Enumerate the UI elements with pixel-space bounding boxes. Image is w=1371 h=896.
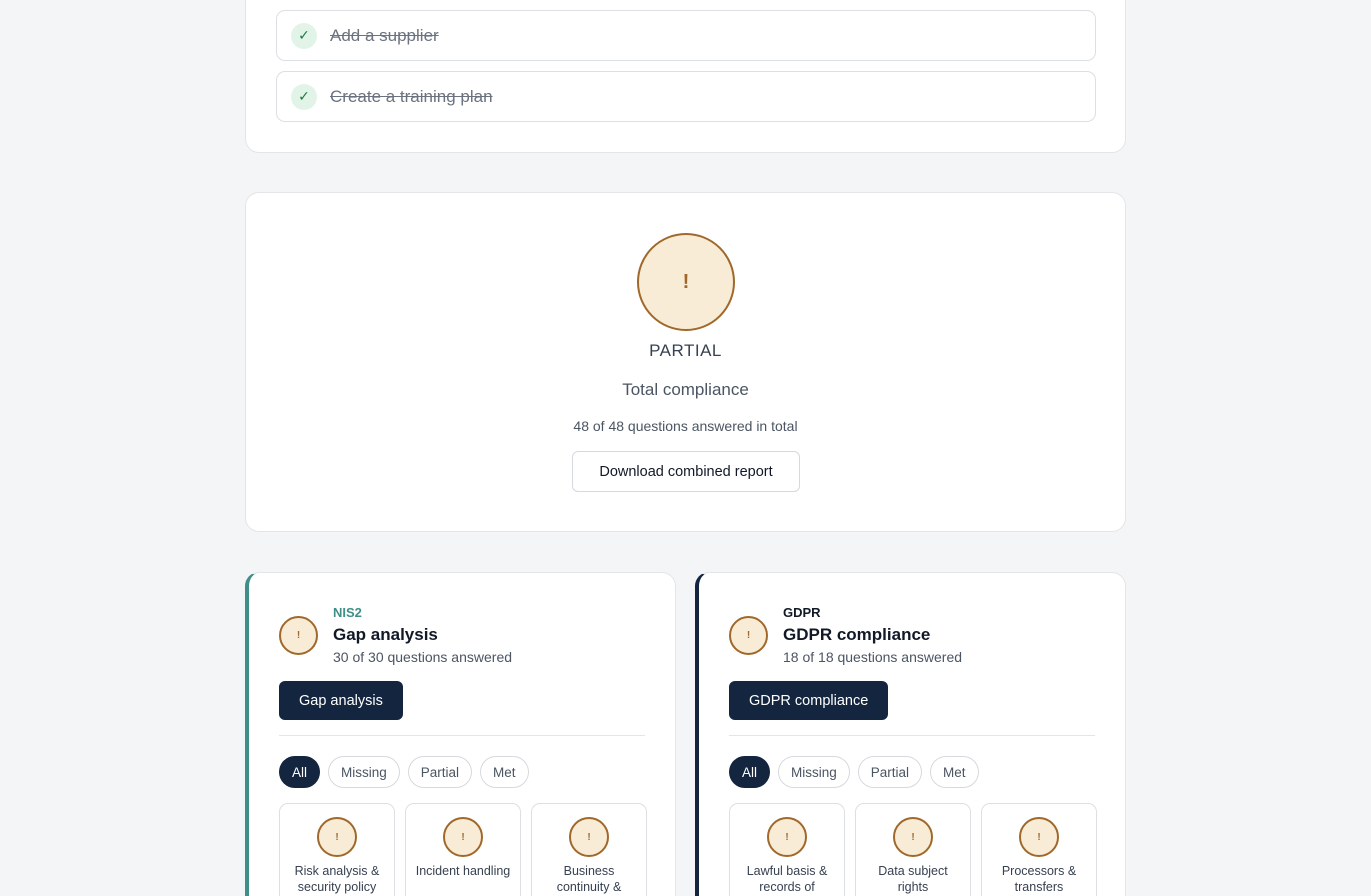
framework-questions-answered: 18 of 18 questions answered <box>783 649 963 665</box>
open-gap-analysis-button[interactable]: Gap analysis <box>279 681 403 720</box>
framework-tag: NIS2 <box>333 605 362 620</box>
partial-status-icon: ! <box>569 817 609 857</box>
partial-status-icon: ! <box>443 817 483 857</box>
category-label: Business continuity & <box>556 864 622 894</box>
category-tile[interactable]: ! Data subject rights <box>855 803 971 896</box>
partial-status-icon: ! <box>893 817 933 857</box>
category-label: Lawful basis & records of <box>746 864 828 894</box>
category-label: Incident handling <box>415 864 511 878</box>
total-compliance-card: ! PARTIAL Total compliance 48 of 48 ques… <box>245 192 1126 532</box>
framework-title: Gap analysis <box>333 625 438 644</box>
checkmark-icon: ✓ <box>291 22 317 49</box>
filter-partial[interactable]: Partial <box>407 756 473 788</box>
partial-status-icon: ! <box>729 616 768 655</box>
framework-questions-answered: 30 of 30 questions answered <box>333 649 513 665</box>
framework-card-nis2: ! NIS2 Gap analysis 30 of 30 questions a… <box>245 572 676 896</box>
category-tile[interactable]: ! Processors & transfers <box>981 803 1097 896</box>
category-tile[interactable]: ! Business continuity & <box>531 803 647 896</box>
compliance-status-label: PARTIAL <box>649 341 722 360</box>
checklist-item-label: Create a training plan <box>330 86 493 106</box>
category-tiles: ! Risk analysis & security policy ! Inci… <box>279 803 647 896</box>
partial-status-icon: ! <box>279 616 318 655</box>
filter-partial[interactable]: Partial <box>857 756 923 788</box>
checklist-item-add-supplier[interactable]: ✓ Add a supplier <box>276 10 1096 61</box>
category-label: Processors & transfers <box>1001 864 1077 894</box>
category-label: Risk analysis & security policy <box>294 864 380 894</box>
filter-all[interactable]: All <box>729 756 771 788</box>
filter-missing[interactable]: Missing <box>328 756 400 788</box>
onboarding-checklist: ✓ Add a supplier ✓ Create a training pla… <box>245 0 1126 153</box>
filter-missing[interactable]: Missing <box>778 756 850 788</box>
status-filter-group: All Missing Partial Met <box>729 756 979 788</box>
framework-tag: GDPR <box>783 605 821 620</box>
category-label: Data subject rights <box>878 864 948 894</box>
category-tiles: ! Lawful basis & records of ! Data subje… <box>729 803 1097 896</box>
total-compliance-title: Total compliance <box>622 380 749 399</box>
divider <box>729 735 1095 736</box>
partial-status-icon: ! <box>1019 817 1059 857</box>
filter-all[interactable]: All <box>279 756 321 788</box>
checklist-item-training-plan[interactable]: ✓ Create a training plan <box>276 71 1096 122</box>
open-gdpr-compliance-button[interactable]: GDPR compliance <box>729 681 889 720</box>
partial-status-icon: ! <box>767 817 807 857</box>
category-tile[interactable]: ! Lawful basis & records of <box>729 803 845 896</box>
filter-met[interactable]: Met <box>930 756 979 788</box>
framework-title: GDPR compliance <box>783 625 931 644</box>
category-tile[interactable]: ! Incident handling <box>405 803 521 896</box>
partial-status-icon: ! <box>637 233 735 331</box>
checklist-item-label: Add a supplier <box>330 25 439 45</box>
questions-answered-total: 48 of 48 questions answered in total <box>573 418 798 434</box>
partial-status-icon: ! <box>317 817 357 857</box>
framework-card-gdpr: ! GDPR GDPR compliance 18 of 18 question… <box>695 572 1126 896</box>
filter-met[interactable]: Met <box>480 756 529 788</box>
checkmark-icon: ✓ <box>291 83 317 110</box>
divider <box>279 735 645 736</box>
status-filter-group: All Missing Partial Met <box>279 756 529 788</box>
category-tile[interactable]: ! Risk analysis & security policy <box>279 803 395 896</box>
download-combined-report-button[interactable]: Download combined report <box>572 451 800 492</box>
